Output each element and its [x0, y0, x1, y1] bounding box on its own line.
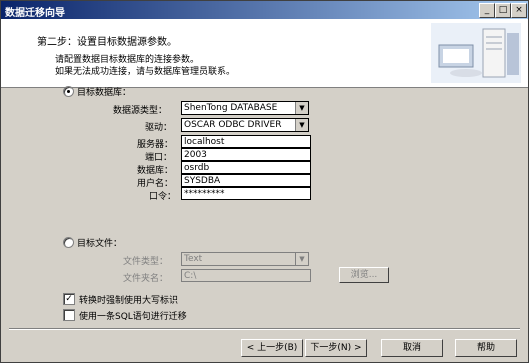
single-sql-label: 使用一条SQL语句进行迁移: [79, 312, 187, 322]
datasource-type-select[interactable]: ShenTong DATABASE ▼: [181, 101, 309, 115]
step-title: 第二步：设置目标数据源参数。: [37, 37, 177, 48]
port-label: 端口：: [145, 153, 173, 163]
file-type-select[interactable]: Text ▼: [181, 252, 309, 266]
folder-label: 文件夹名：: [123, 274, 169, 284]
maximize-button[interactable]: □: [495, 3, 511, 18]
file-type-value: Text: [184, 254, 203, 264]
prev-button[interactable]: < 上一步(B): [241, 339, 303, 357]
file-type-label: 文件类型：: [123, 257, 169, 267]
migration-wizard-window: 数据迁移向导 _ □ × 第二步：设置目标数据源参数。 请配置数据目标数据库的连…: [0, 0, 529, 363]
chevron-down-icon: ▼: [295, 119, 308, 131]
driver-label: 驱动：: [145, 123, 173, 133]
window-title: 数据迁移向导: [5, 8, 65, 19]
driver-value: OSCAR ODBC DRIVER: [184, 120, 282, 130]
database-server-illustration-icon: [431, 23, 521, 83]
chevron-down-icon: ▼: [295, 253, 308, 265]
datasource-type-value: ShenTong DATABASE: [184, 103, 278, 113]
username-input[interactable]: SYSDBA: [181, 174, 311, 187]
wizard-header: 第二步：设置目标数据源参数。 请配置数据目标数据库的连接参数。 如果无法成功连接…: [1, 19, 528, 88]
target-file-label: 目标文件：: [77, 239, 123, 249]
browse-button[interactable]: 浏览...: [339, 267, 389, 283]
step-description-line2: 如果无法成功连接，请与数据库管理员联系。: [55, 67, 236, 77]
footer-divider: [9, 328, 520, 330]
uppercase-checkbox[interactable]: ✓: [63, 293, 75, 305]
next-button[interactable]: 下一步(N) >: [305, 339, 367, 357]
single-sql-checkbox[interactable]: [63, 309, 75, 321]
help-button[interactable]: 帮助: [455, 339, 517, 357]
username-label: 用户名：: [137, 179, 174, 189]
folder-input[interactable]: C:\: [181, 269, 311, 282]
target-database-label: 目标数据库：: [77, 88, 132, 98]
minimize-button[interactable]: _: [479, 3, 495, 18]
title-bar: 数据迁移向导 _ □ ×: [1, 1, 528, 19]
close-button[interactable]: ×: [511, 3, 527, 18]
server-label: 服务器：: [137, 140, 174, 150]
datasource-type-label: 数据源类型：: [113, 106, 168, 116]
target-file-radio[interactable]: [63, 237, 74, 248]
password-input[interactable]: *********: [181, 187, 311, 200]
driver-select[interactable]: OSCAR ODBC DRIVER ▼: [181, 118, 309, 132]
cancel-button[interactable]: 取消: [381, 339, 443, 357]
chevron-down-icon: ▼: [295, 102, 308, 114]
uppercase-label: 转换时强制使用大写标识: [79, 296, 179, 306]
target-database-radio[interactable]: [63, 86, 74, 97]
database-label: 数据库：: [137, 166, 174, 176]
port-input[interactable]: 2003: [181, 148, 311, 161]
password-label: 口令：: [149, 192, 177, 202]
database-input[interactable]: osrdb: [181, 161, 311, 174]
server-input[interactable]: localhost: [181, 135, 311, 148]
